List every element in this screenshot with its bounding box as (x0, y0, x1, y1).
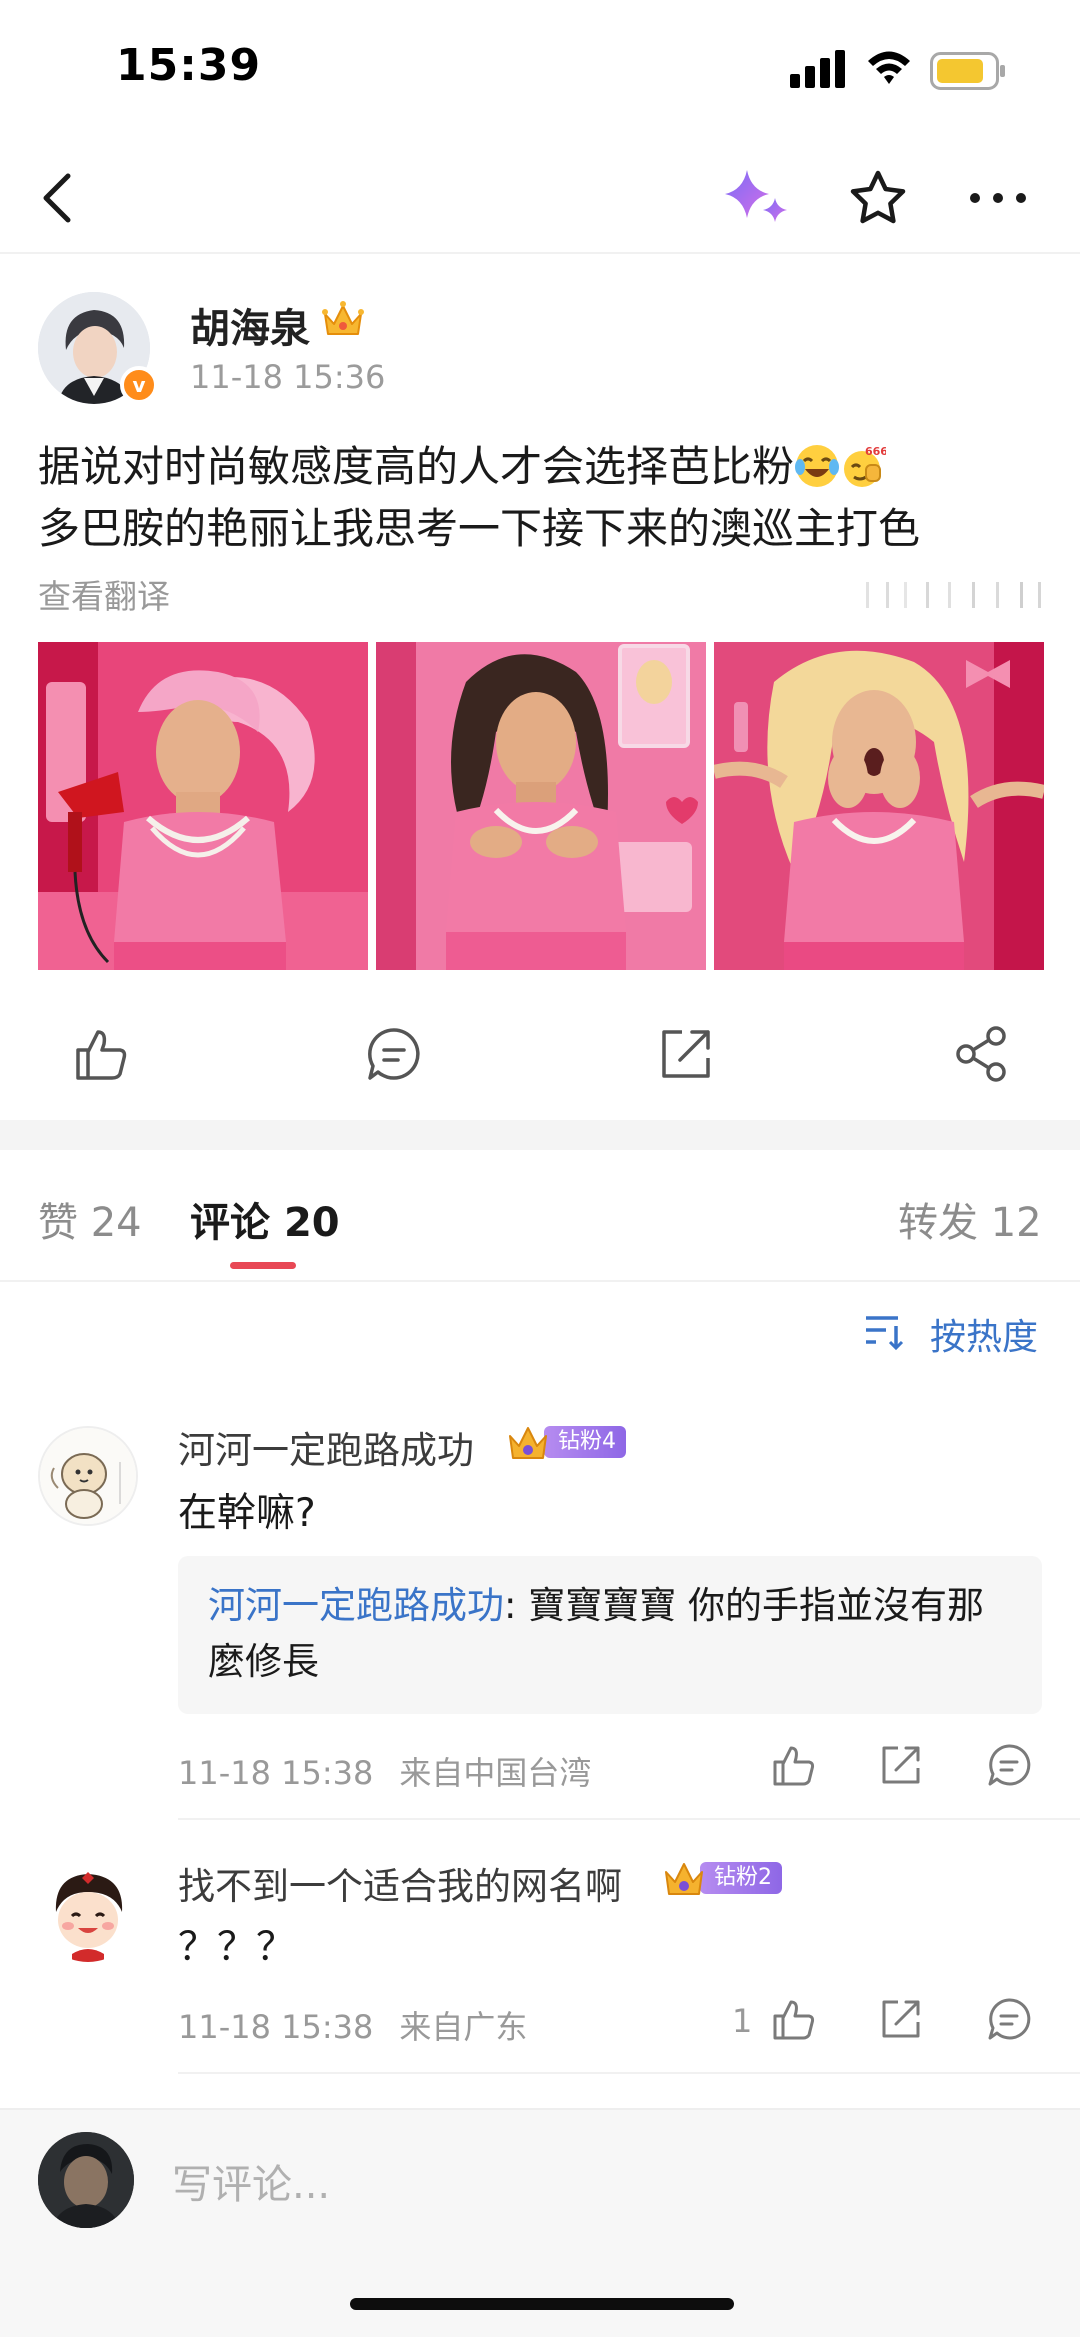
comment-input[interactable]: 写评论... (172, 2152, 330, 2210)
comment-separator (178, 2072, 1080, 2074)
tab-comments-label: 评论 (190, 1200, 270, 1246)
active-tab-indicator (230, 1262, 296, 1269)
comment-avatar-cartoon (38, 1862, 138, 1962)
fan-level-badge: 钻粉4 (506, 1424, 626, 1460)
home-indicator (350, 2298, 734, 2310)
my-avatar[interactable] (38, 2132, 134, 2228)
post-text-line1: 据说对时尚敏感度高的人才会选择芭比粉 (38, 442, 795, 491)
repost-icon[interactable] (656, 1024, 716, 1084)
tabs-border (0, 1280, 1080, 1282)
comment-reply-icon[interactable] (986, 1742, 1032, 1788)
post-text-line: 据说对时尚敏感度高的人才会选择芭比粉 666 (38, 436, 1048, 498)
more-button[interactable] (960, 160, 1036, 236)
share-icon[interactable] (952, 1024, 1012, 1084)
reply-preview[interactable]: 河河一定跑路成功: 寶寶寶寶 你的手指並沒有那麼修長 (178, 1556, 1042, 1714)
comment-separator (178, 1818, 1080, 1820)
tab-likes-label: 赞 (38, 1200, 78, 1246)
verified-badge-icon: v (120, 366, 158, 404)
post-image-3[interactable] (714, 642, 1044, 970)
post-text: 据说对时尚敏感度高的人才会选择芭比粉 666 多巴胺的艳丽让我思考一下接下来的澳… (38, 436, 1048, 560)
section-divider (0, 1120, 1080, 1150)
fan-level-badge: 钻粉2 (662, 1860, 782, 1896)
cellular-signal-icon (790, 50, 845, 88)
post-image-1[interactable] (38, 642, 368, 970)
comment-time: 11-18 15:38 (178, 2008, 374, 2046)
comment-time: 11-18 15:38 (178, 1754, 374, 1792)
translate-link[interactable]: 查看翻译 (38, 570, 170, 618)
sort-icon[interactable] (864, 1312, 908, 1352)
post-time: 11-18 15:36 (190, 358, 386, 396)
reply-author[interactable]: 河河一定跑路成功 (208, 1584, 504, 1627)
tab-reposts-label: 转发 (898, 1200, 978, 1246)
chevron-left-icon (43, 173, 71, 223)
comment-text: ？？？ (178, 1925, 296, 1970)
barbie-photo-hairdryer (38, 642, 368, 970)
barbie-photo-kiss (376, 642, 706, 970)
comment-meta: 11-18 15:38 来自广东 (178, 2002, 527, 2048)
comment-like-icon[interactable] (770, 1742, 816, 1788)
tab-comments[interactable]: 评论 20 (190, 1190, 340, 1248)
status-time: 15:39 (116, 40, 262, 91)
my-avatar-image (38, 2132, 134, 2228)
svg-text:666: 666 (865, 445, 886, 458)
tab-reposts-count: 12 (990, 1200, 1042, 1246)
fan-crown-icon (509, 1427, 547, 1459)
comment-avatar[interactable] (38, 1862, 138, 1962)
fan-level-label: 钻粉4 (544, 1426, 626, 1458)
back-button[interactable] (20, 160, 96, 236)
collapsed-text-indicator (866, 582, 1041, 608)
comment-username[interactable]: 找不到一个适合我的网名啊 (178, 1856, 622, 1910)
comment-repost-icon[interactable] (878, 1742, 924, 1788)
barbie-photo-blonde (714, 642, 1044, 970)
star-icon (850, 170, 906, 224)
thumbs-666-emoji-icon: 666 (844, 445, 886, 487)
battery-icon (930, 52, 1005, 90)
comment-location: 来自广东 (399, 2008, 528, 2046)
like-thumb-icon[interactable] (70, 1024, 130, 1084)
wifi-icon (868, 51, 910, 84)
comment-text: 在幹嘛? (178, 1491, 316, 1536)
tab-likes-count: 24 (90, 1200, 142, 1246)
comment-avatar[interactable] (38, 1426, 138, 1526)
ai-sparkle-button[interactable] (718, 160, 794, 236)
tab-likes[interactable]: 赞 24 (38, 1190, 142, 1248)
comment-meta: 11-18 15:38 来自中国台湾 (178, 1748, 591, 1794)
sort-by-hot-button[interactable]: 按热度 (930, 1308, 1038, 1360)
fan-crown-icon (665, 1863, 703, 1895)
status-bar: 15:39 (0, 0, 1080, 140)
more-horizontal-icon (970, 193, 1026, 203)
post-text-line2: 多巴胺的艳丽让我思考一下接下来的澳巡主打色 (38, 504, 921, 553)
comment-location: 来自中国台湾 (399, 1754, 592, 1792)
laugh-cry-emoji-icon (795, 445, 840, 487)
comment-username[interactable]: 河河一定跑路成功 (178, 1420, 474, 1474)
nav-bar (0, 140, 1080, 254)
comment-repost-icon[interactable] (878, 1996, 924, 2042)
comment-bubble-icon[interactable] (364, 1024, 424, 1084)
author-name[interactable]: 胡海泉 (190, 296, 310, 354)
fan-level-label: 钻粉2 (700, 1862, 782, 1894)
favorite-button[interactable] (840, 160, 916, 236)
post-action-bar (0, 1000, 1080, 1110)
comment-like-icon[interactable] (770, 1996, 816, 2042)
crown-membership-icon[interactable] (320, 296, 366, 342)
sparkle-icon (725, 170, 787, 222)
post-image-2[interactable] (376, 642, 706, 970)
tab-comments-count: 20 (283, 1200, 340, 1246)
comment-avatar-cartoon (40, 1428, 136, 1524)
comment-reply-icon[interactable] (986, 1996, 1032, 2042)
tab-reposts[interactable]: 转发 12 (898, 1190, 1042, 1248)
comment-like-count: 1 (732, 2002, 753, 2040)
